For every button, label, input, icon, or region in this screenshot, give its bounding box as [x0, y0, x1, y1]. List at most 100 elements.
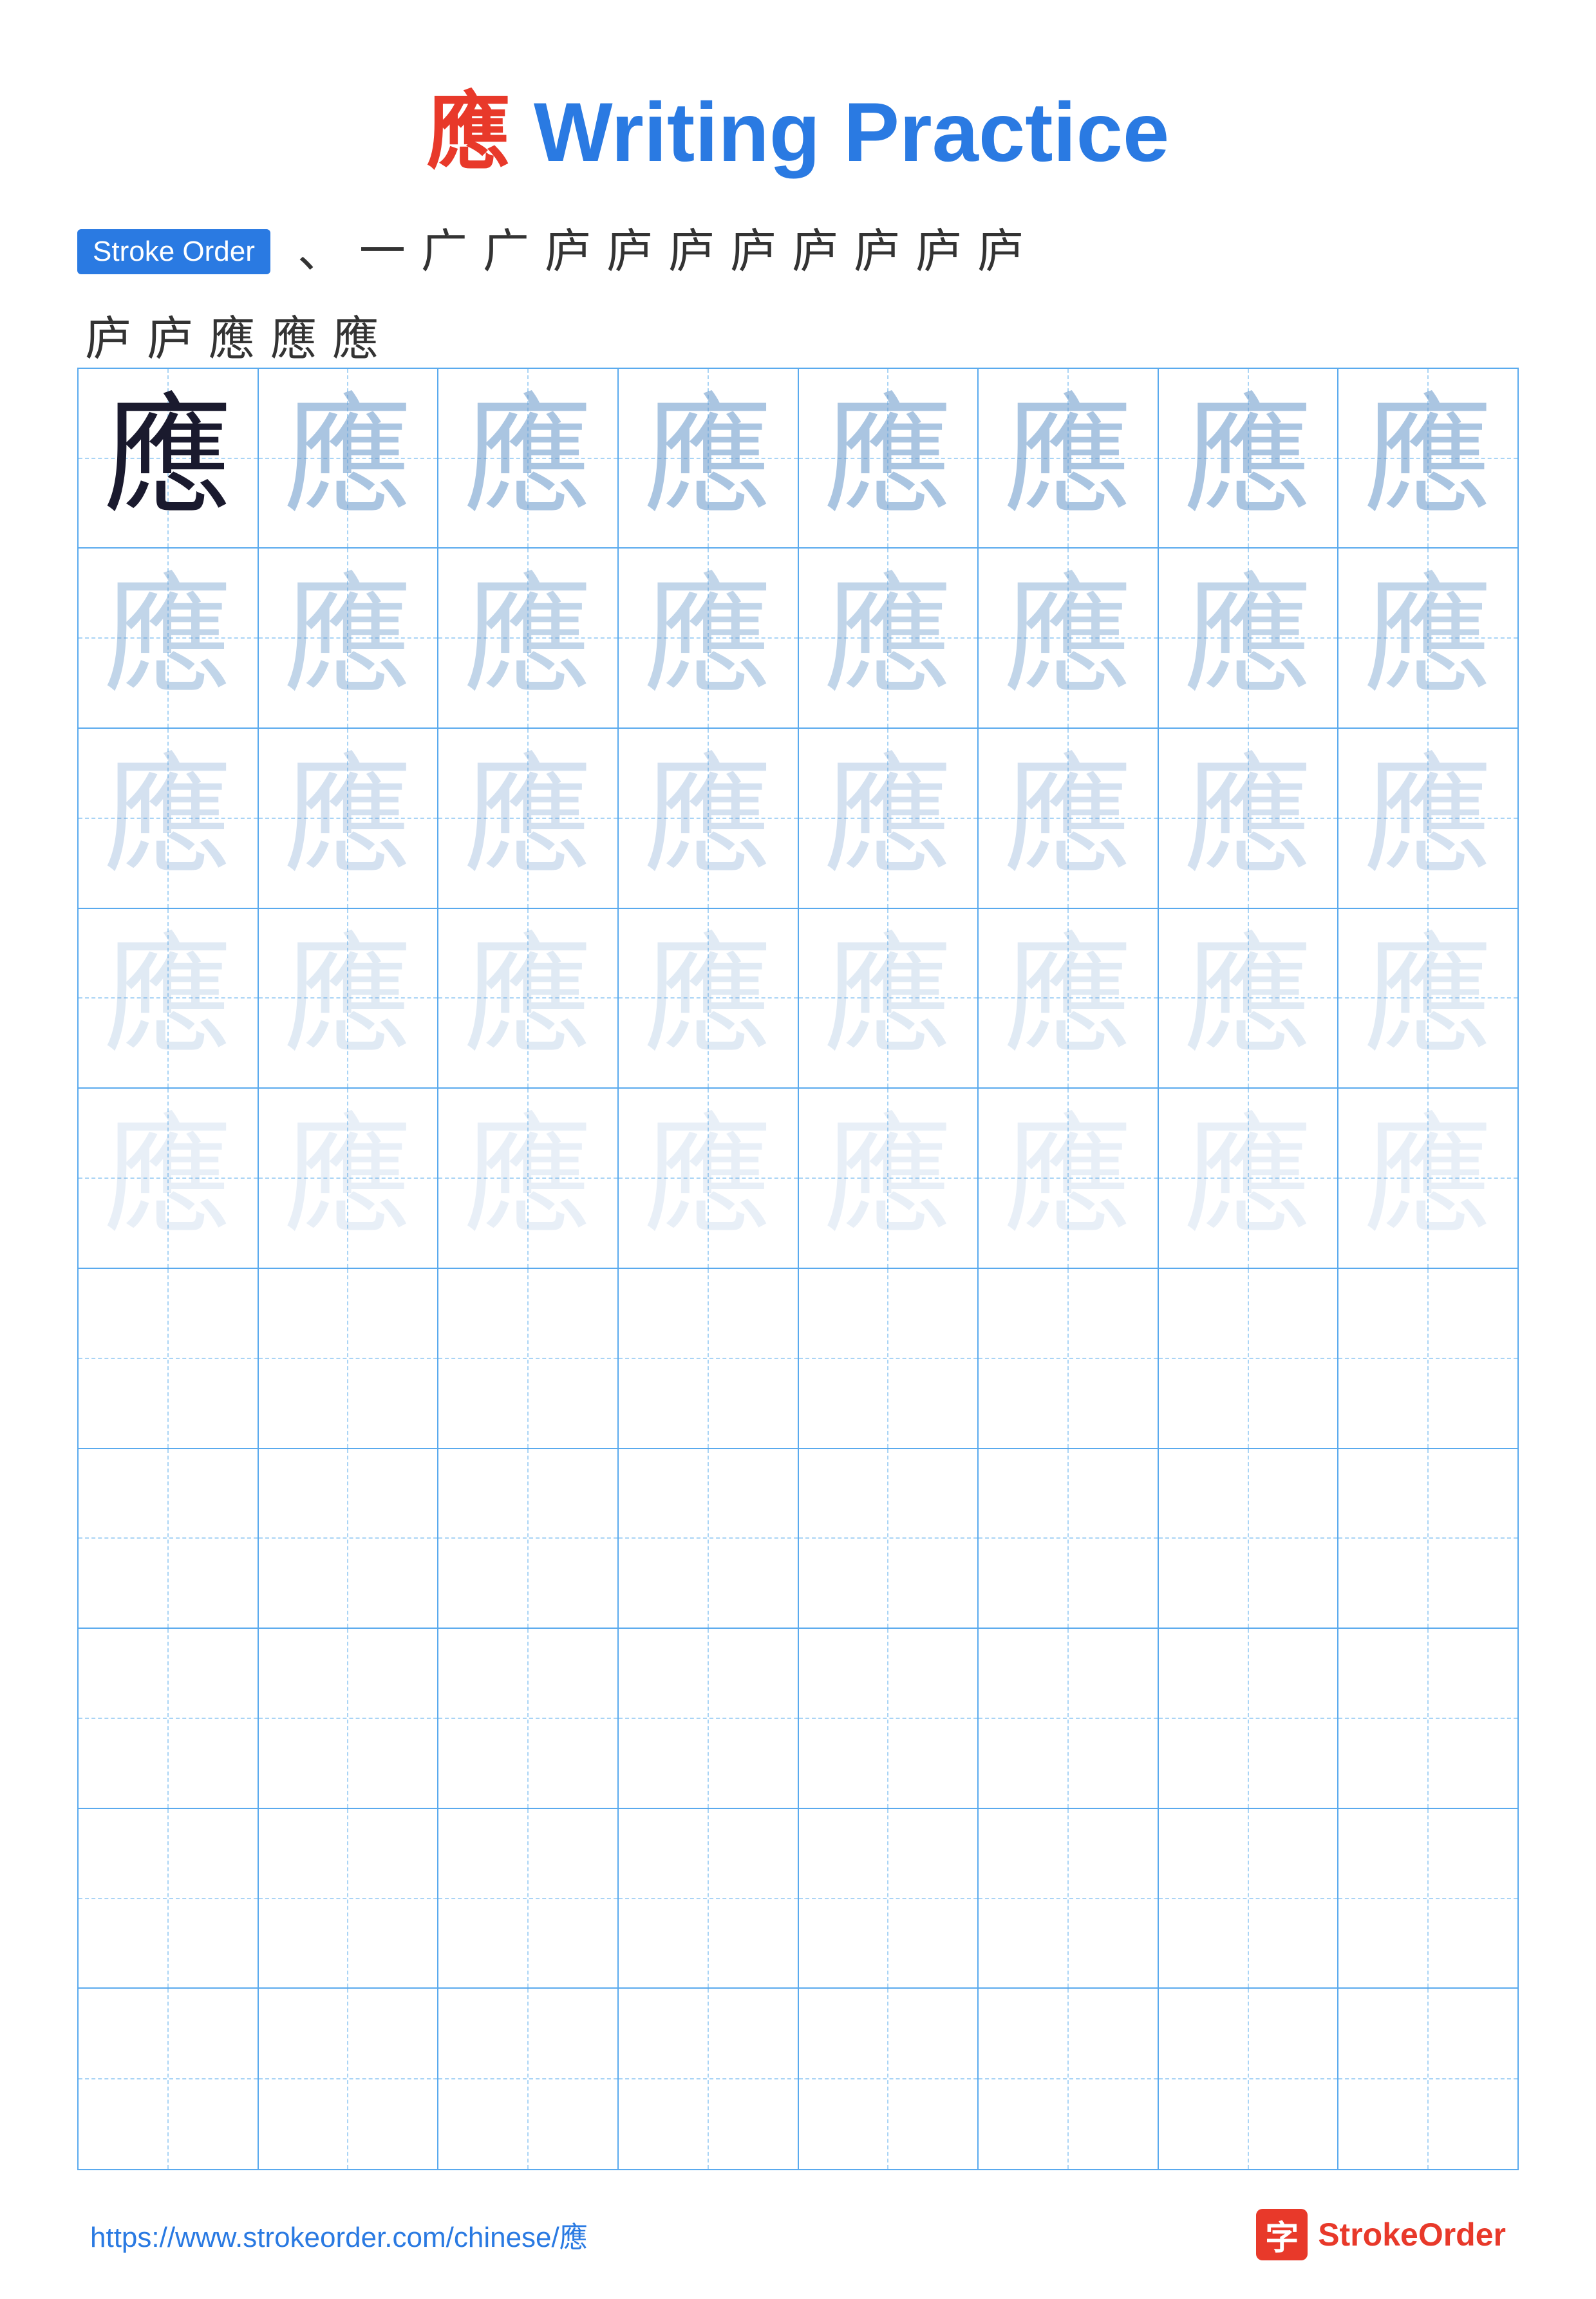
grid-cell[interactable] [79, 1809, 259, 1989]
grid-cell[interactable]: 應 [619, 1089, 799, 1269]
grid-cell[interactable]: 應 [79, 1089, 259, 1269]
practice-char: 應 [823, 754, 952, 883]
grid-cell[interactable]: 應 [1159, 1089, 1339, 1269]
grid-cell[interactable] [1338, 1449, 1517, 1629]
grid-cell[interactable]: 應 [1338, 549, 1517, 729]
grid-cell[interactable] [259, 1809, 439, 1989]
grid-cell[interactable]: 應 [1159, 369, 1339, 549]
grid-cell[interactable]: 應 [259, 729, 439, 909]
grid-cell[interactable]: 應 [1338, 369, 1517, 549]
grid-cell[interactable] [1338, 1989, 1517, 2169]
grid-cell[interactable]: 應 [259, 549, 439, 729]
grid-cell[interactable]: 應 [438, 1089, 619, 1269]
grid-cell[interactable] [1159, 1449, 1339, 1629]
grid-cell[interactable]: 應 [979, 729, 1159, 909]
grid-cell[interactable] [79, 1989, 259, 2169]
grid-cell[interactable] [799, 1629, 979, 1809]
grid-cell[interactable] [438, 1809, 619, 1989]
grid-cell[interactable] [799, 1269, 979, 1449]
grid-cell[interactable] [1159, 1989, 1339, 2169]
stroke-order-chars-row1: 、 一 广 广 庐 庐 庐 庐 庐 庐 庐 庐 [290, 224, 1519, 279]
grid-row [79, 1989, 1517, 2169]
grid-cell[interactable]: 應 [1338, 729, 1517, 909]
grid-cell[interactable] [1338, 1809, 1517, 1989]
grid-cell[interactable] [259, 1269, 439, 1449]
grid-cell[interactable] [79, 1629, 259, 1809]
stroke-char: 應 [324, 312, 386, 367]
grid-cell[interactable] [1159, 1809, 1339, 1989]
grid-cell[interactable] [979, 1809, 1159, 1989]
grid-cell[interactable]: 應 [1338, 909, 1517, 1089]
grid-cell[interactable]: 應 [799, 729, 979, 909]
grid-cell[interactable] [619, 1449, 799, 1629]
grid-cell[interactable] [1159, 1269, 1339, 1449]
grid-cell[interactable]: 應 [979, 549, 1159, 729]
grid-cell[interactable]: 應 [1338, 1089, 1517, 1269]
grid-cell[interactable]: 應 [1159, 729, 1339, 909]
grid-cell[interactable] [619, 1269, 799, 1449]
grid-cell[interactable]: 應 [79, 369, 259, 549]
brand-name-stroke: Stroke [1318, 2217, 1418, 2253]
grid-cell[interactable] [799, 1809, 979, 1989]
grid-cell[interactable] [259, 1629, 439, 1809]
grid-cell[interactable]: 應 [619, 909, 799, 1089]
grid-cell[interactable] [259, 1989, 439, 2169]
practice-char: 應 [283, 1114, 412, 1243]
grid-row: 應 應 應 應 應 應 應 應 [79, 369, 1517, 549]
grid-cell[interactable] [259, 1449, 439, 1629]
grid-cell[interactable] [1338, 1629, 1517, 1809]
grid-cell[interactable]: 應 [619, 729, 799, 909]
grid-cell[interactable]: 應 [438, 369, 619, 549]
grid-cell[interactable]: 應 [799, 909, 979, 1089]
grid-cell[interactable]: 應 [799, 369, 979, 549]
grid-cell[interactable] [79, 1449, 259, 1629]
practice-char: 應 [1364, 394, 1492, 523]
grid-cell[interactable]: 應 [1159, 549, 1339, 729]
practice-char: 應 [464, 1114, 592, 1243]
grid-cell[interactable]: 應 [79, 909, 259, 1089]
grid-cell[interactable] [979, 1449, 1159, 1629]
grid-cell[interactable] [1338, 1269, 1517, 1449]
grid-cell[interactable] [1159, 1629, 1339, 1809]
grid-cell[interactable]: 應 [1159, 909, 1339, 1089]
grid-cell[interactable] [438, 1629, 619, 1809]
grid-cell[interactable] [619, 1989, 799, 2169]
grid-cell[interactable]: 應 [438, 909, 619, 1089]
stroke-char: 應 [201, 312, 263, 367]
practice-char: 應 [1184, 1114, 1313, 1243]
grid-cell[interactable] [799, 1989, 979, 2169]
grid-cell[interactable] [979, 1629, 1159, 1809]
grid-row: 應 應 應 應 應 應 應 應 [79, 1089, 1517, 1269]
grid-cell[interactable]: 應 [438, 549, 619, 729]
grid-cell[interactable]: 應 [979, 1089, 1159, 1269]
grid-cell[interactable]: 應 [259, 909, 439, 1089]
grid-cell[interactable]: 應 [799, 549, 979, 729]
practice-char: 應 [104, 394, 232, 523]
footer-url[interactable]: https://www.strokeorder.com/chinese/應 [90, 2214, 588, 2255]
grid-cell[interactable] [619, 1809, 799, 1989]
stroke-char: 庐 [537, 224, 599, 279]
title-character: 應 [427, 87, 511, 180]
grid-cell[interactable]: 應 [259, 1089, 439, 1269]
grid-cell[interactable] [619, 1629, 799, 1809]
grid-cell[interactable] [79, 1269, 259, 1449]
grid-cell[interactable]: 應 [979, 909, 1159, 1089]
practice-char: 應 [283, 394, 412, 523]
grid-cell[interactable] [979, 1989, 1159, 2169]
grid-cell[interactable] [438, 1449, 619, 1629]
grid-cell[interactable]: 應 [799, 1089, 979, 1269]
grid-cell[interactable] [799, 1449, 979, 1629]
grid-cell[interactable]: 應 [619, 369, 799, 549]
grid-cell[interactable]: 應 [619, 549, 799, 729]
brand-icon: 字 [1256, 2209, 1308, 2260]
title-text: Writing Practice [511, 85, 1169, 179]
grid-cell[interactable]: 應 [438, 729, 619, 909]
grid-cell[interactable]: 應 [979, 369, 1159, 549]
grid-cell[interactable] [438, 1989, 619, 2169]
practice-char: 應 [1004, 1114, 1132, 1243]
grid-cell[interactable]: 應 [79, 549, 259, 729]
grid-cell[interactable] [979, 1269, 1159, 1449]
grid-cell[interactable]: 應 [259, 369, 439, 549]
grid-cell[interactable]: 應 [79, 729, 259, 909]
grid-cell[interactable] [438, 1269, 619, 1449]
